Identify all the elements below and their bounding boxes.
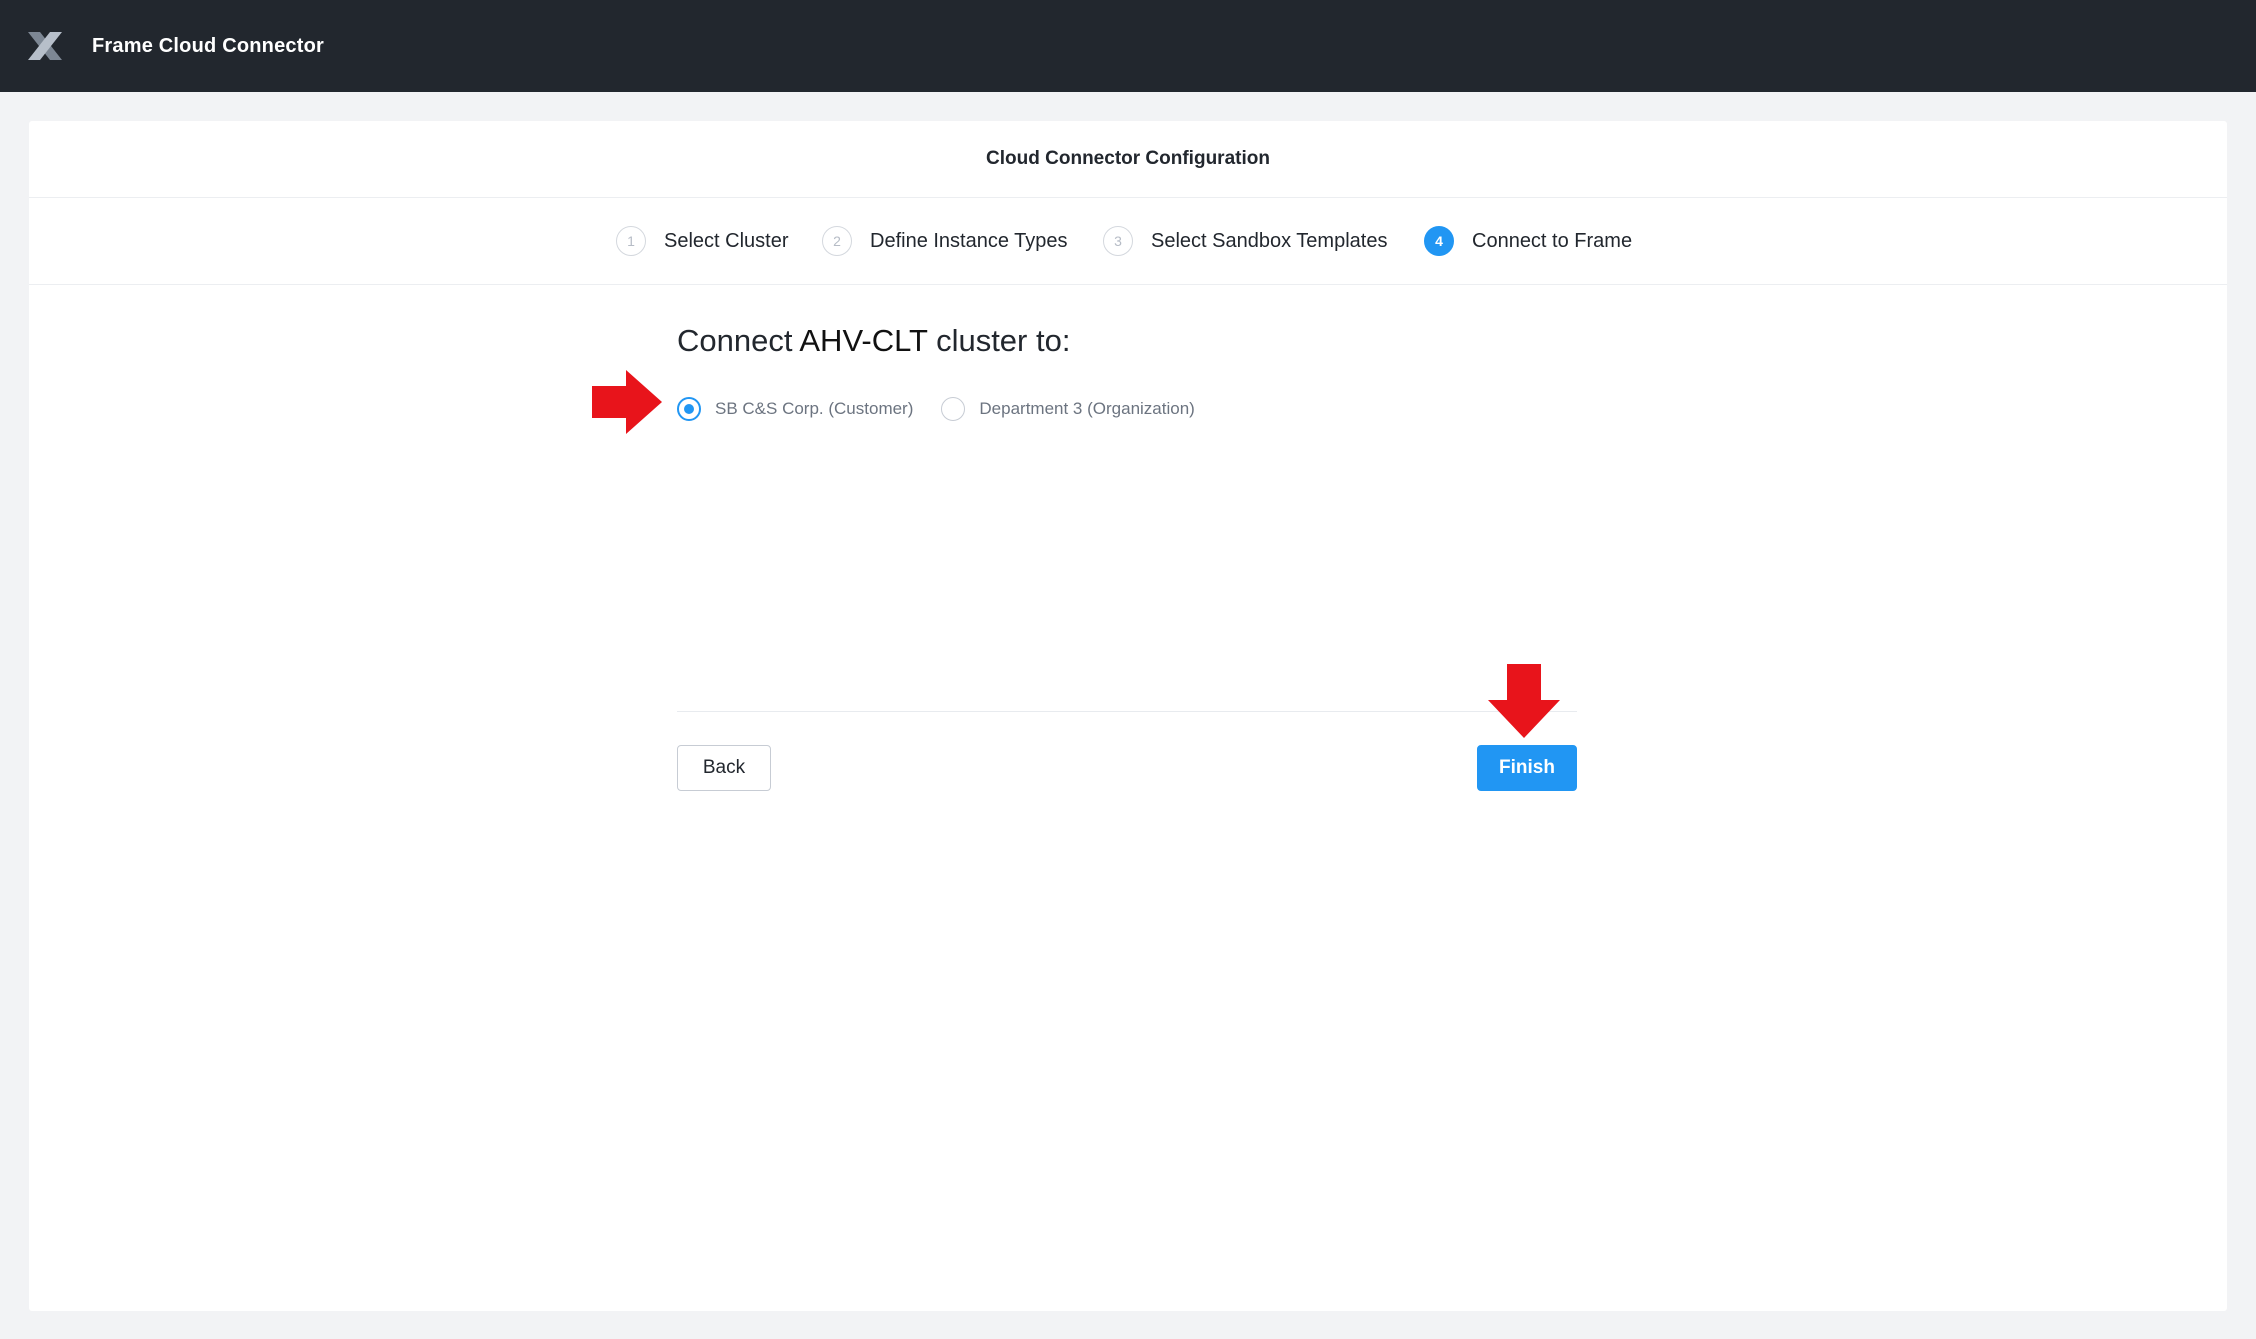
- finish-button[interactable]: Finish: [1477, 745, 1577, 791]
- x-logo-icon[interactable]: [26, 30, 64, 62]
- radio-option-organization[interactable]: Department 3 (Organization): [941, 397, 1195, 421]
- step-define-instance-types[interactable]: 2 Define Instance Types: [822, 198, 1068, 284]
- radio-label[interactable]: Department 3 (Organization): [979, 399, 1194, 419]
- configuration-card: Cloud Connector Configuration 1 Select C…: [29, 121, 2227, 1311]
- step-label: Select Sandbox Templates: [1151, 229, 1388, 252]
- step-select-sandbox-templates[interactable]: 3 Select Sandbox Templates: [1103, 198, 1387, 284]
- heading-prefix: Connect: [677, 323, 793, 358]
- radio-button-selected[interactable]: [677, 397, 701, 421]
- cluster-name: AHV-CLT: [799, 323, 928, 358]
- top-bar: Frame Cloud Connector: [0, 0, 2256, 92]
- annotation-arrow-right-icon: [592, 370, 662, 434]
- radio-option-customer[interactable]: SB C&S Corp. (Customer): [677, 397, 913, 421]
- wizard-stepper: 1 Select Cluster 2 Define Instance Types…: [29, 198, 2227, 285]
- radio-button[interactable]: [941, 397, 966, 421]
- step-number: 3: [1103, 226, 1133, 256]
- step-select-cluster[interactable]: 1 Select Cluster: [616, 198, 789, 284]
- card-title: Cloud Connector Configuration: [29, 121, 2227, 198]
- step-label: Define Instance Types: [870, 229, 1068, 252]
- step-number: 2: [822, 226, 852, 256]
- footer-divider: [677, 711, 1577, 712]
- app-title: Frame Cloud Connector: [92, 35, 324, 57]
- back-button[interactable]: Back: [677, 745, 771, 791]
- heading-suffix: cluster to:: [936, 323, 1071, 358]
- step-number: 4: [1424, 226, 1454, 256]
- step-connect-to-frame[interactable]: 4 Connect to Frame: [1424, 198, 1632, 284]
- step-number: 1: [616, 226, 646, 256]
- step-label: Connect to Frame: [1472, 229, 1633, 252]
- connect-heading: Connect AHV-CLT cluster to:: [677, 323, 1070, 359]
- annotation-arrow-down-icon: [1488, 664, 1560, 738]
- organization-radio-group: SB C&S Corp. (Customer) Department 3 (Or…: [677, 389, 1223, 429]
- radio-label[interactable]: SB C&S Corp. (Customer): [715, 399, 913, 419]
- step-label: Select Cluster: [664, 229, 789, 252]
